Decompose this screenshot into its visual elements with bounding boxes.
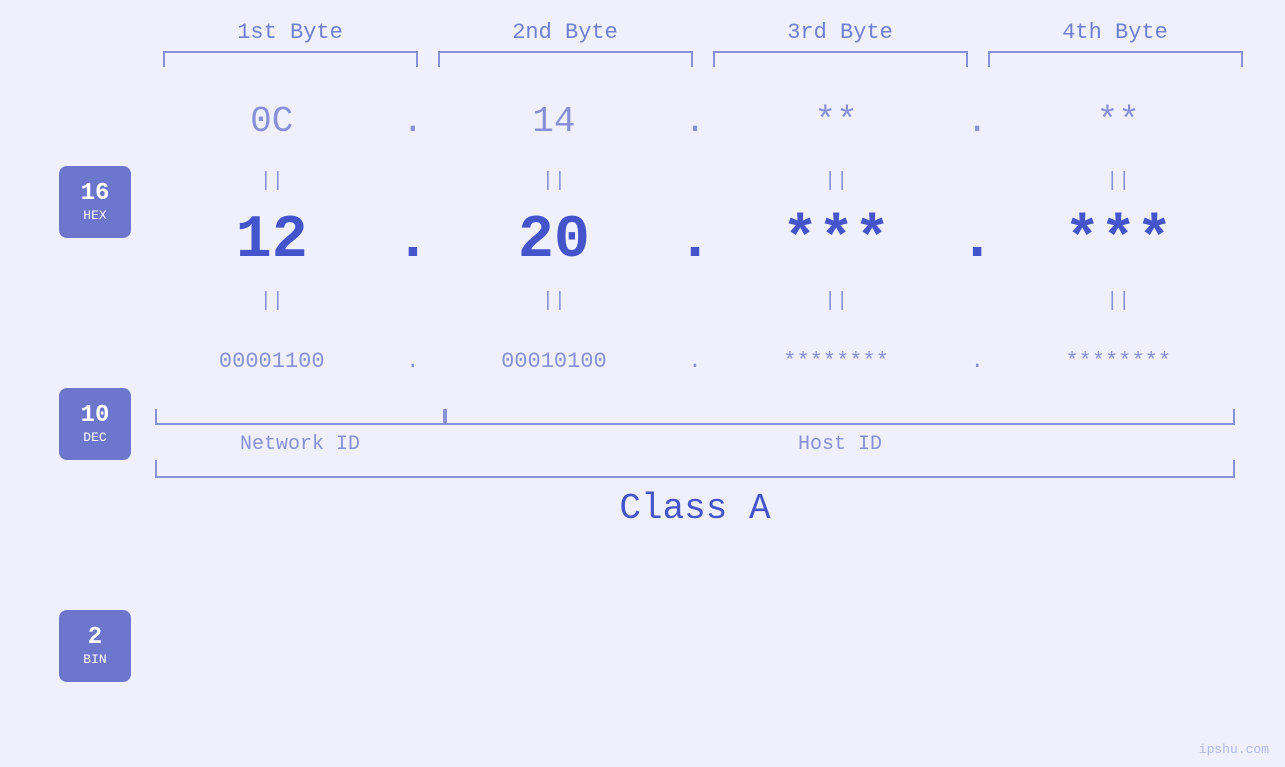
bin-sep-3: . <box>953 349 1002 374</box>
eq2-4: || <box>1002 290 1236 313</box>
byte-label-3: 3rd Byte <box>703 20 978 51</box>
eq-2: || <box>437 170 671 193</box>
dec-row: 12 . 20 . *** . *** <box>155 201 1235 281</box>
badge-bin: 2 BIN <box>59 610 131 682</box>
bin-cell-1: 00001100 <box>155 349 389 374</box>
hex-cell-2: 14 <box>437 101 671 142</box>
badge-hex: 16 HEX <box>59 166 131 238</box>
eq-1: || <box>155 170 389 193</box>
bracket-host <box>445 409 1235 425</box>
host-id-label: Host ID <box>445 433 1235 456</box>
bin-cell-4: ******** <box>1002 349 1236 374</box>
hex-sep-1: . <box>389 101 438 142</box>
hex-sep-3: . <box>953 101 1002 142</box>
badge-bin-label: BIN <box>83 652 106 667</box>
dec-cell-1: 12 <box>155 207 389 275</box>
bracket-4 <box>988 51 1243 67</box>
eq2-1: || <box>155 290 389 313</box>
byte-labels-row: 1st Byte 2nd Byte 3rd Byte 4th Byte <box>153 20 1253 51</box>
dec-cell-3: *** <box>719 207 953 275</box>
badge-bin-num: 2 <box>88 626 102 650</box>
eq-3: || <box>719 170 953 193</box>
hex-cell-1: 0C <box>155 101 389 142</box>
byte-label-4: 4th Byte <box>978 20 1253 51</box>
dec-sep-1: . <box>389 207 438 275</box>
bracket-network <box>155 409 445 425</box>
badge-dec-label: DEC <box>83 430 106 445</box>
hex-cell-4: ** <box>1002 101 1236 142</box>
hex-row: 0C . 14 . ** . ** <box>155 81 1235 161</box>
bracket-3 <box>713 51 968 67</box>
dec-cell-2: 20 <box>437 207 671 275</box>
dec-sep-3: . <box>953 207 1002 275</box>
bracket-1 <box>163 51 418 67</box>
network-id-label: Network ID <box>155 433 445 456</box>
eq2-2: || <box>437 290 671 313</box>
watermark: ipshu.com <box>1199 742 1269 757</box>
hex-sep-2: . <box>671 101 720 142</box>
badge-hex-label: HEX <box>83 208 106 223</box>
badge-hex-num: 16 <box>81 182 110 206</box>
class-a-label: Class A <box>155 488 1235 529</box>
badge-dec-num: 10 <box>81 404 110 428</box>
byte-label-1: 1st Byte <box>153 20 428 51</box>
byte-label-2: 2nd Byte <box>428 20 703 51</box>
hex-cell-3: ** <box>719 101 953 142</box>
bin-sep-2: . <box>671 349 720 374</box>
dec-sep-2: . <box>671 207 720 275</box>
bin-cell-3: ******** <box>719 349 953 374</box>
content-area: 16 HEX 10 DEC 2 BIN 0C . 14 . ** . ** <box>0 81 1285 767</box>
bin-cell-2: 00010100 <box>437 349 671 374</box>
badge-dec: 10 DEC <box>59 388 131 460</box>
eq2-3: || <box>719 290 953 313</box>
outer-bracket <box>155 460 1235 478</box>
rows-container: 0C . 14 . ** . ** || || || || 12 <box>130 81 1260 767</box>
equals-row-1: || || || || <box>155 161 1235 201</box>
top-brackets <box>153 51 1253 71</box>
dec-cell-4: *** <box>1002 207 1236 275</box>
bottom-brackets <box>155 409 1235 429</box>
equals-row-2: || || || || <box>155 281 1235 321</box>
eq-4: || <box>1002 170 1236 193</box>
bin-sep-1: . <box>389 349 438 374</box>
bracket-2 <box>438 51 693 67</box>
badges-column: 16 HEX 10 DEC 2 BIN <box>30 81 160 767</box>
bin-row: 00001100 . 00010100 . ******** . *******… <box>155 321 1235 401</box>
main-container: 1st Byte 2nd Byte 3rd Byte 4th Byte 16 H… <box>0 0 1285 767</box>
id-labels-row: Network ID Host ID <box>155 433 1235 456</box>
